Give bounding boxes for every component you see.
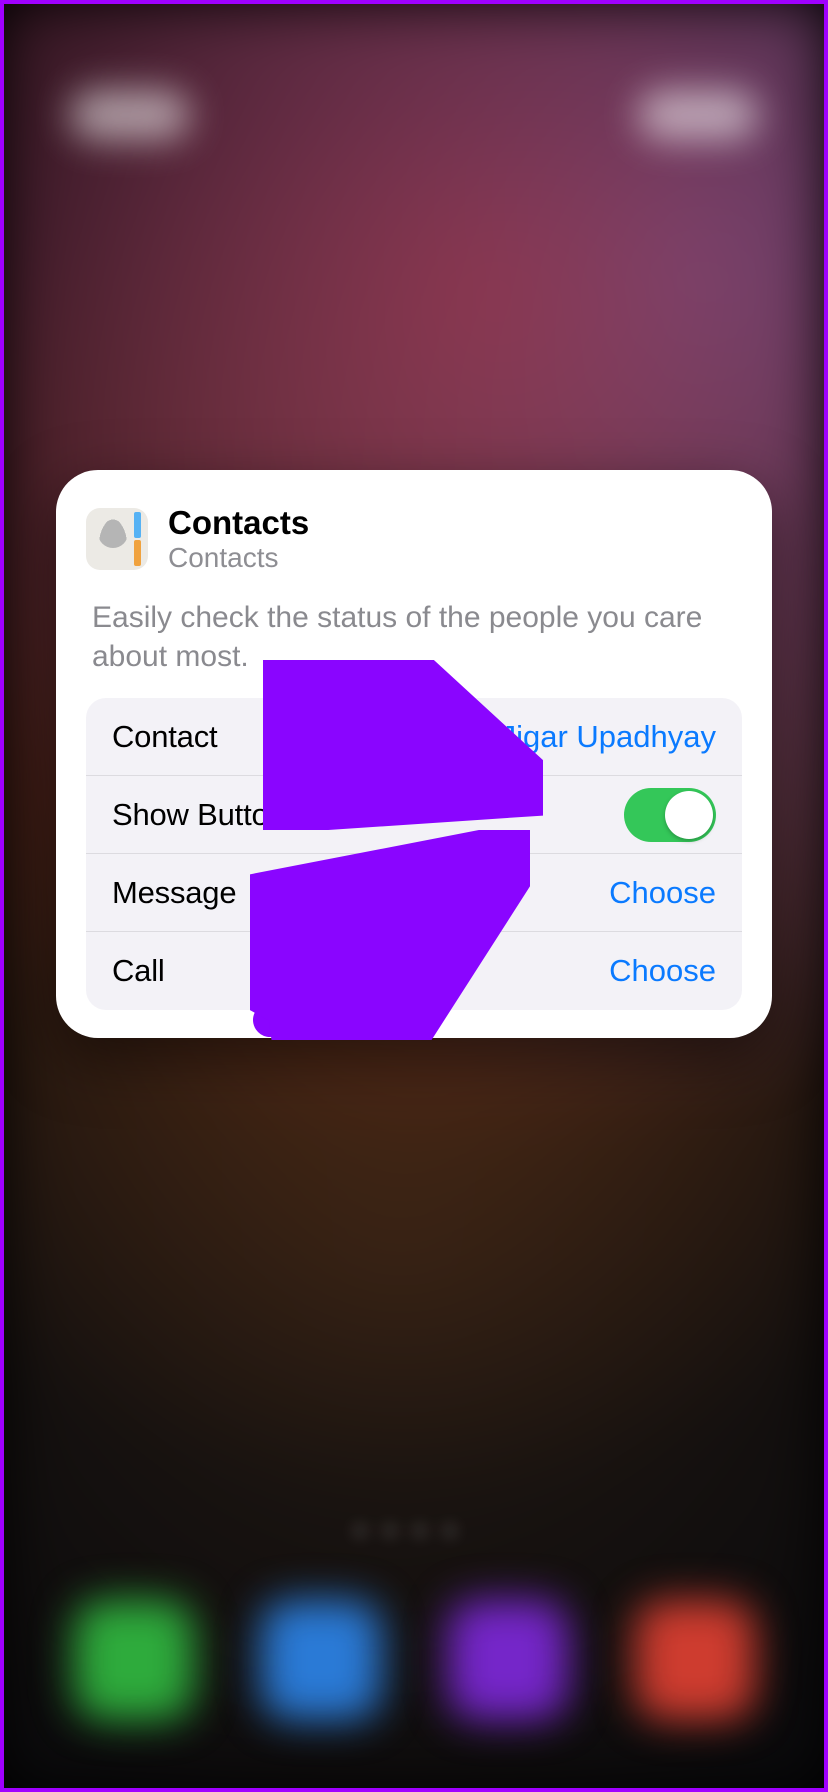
status-bar-blur-right	[638, 90, 758, 140]
widget-subtitle: Contacts	[168, 542, 309, 574]
show-buttons-toggle[interactable]	[624, 788, 716, 842]
row-message[interactable]: Message Choose	[86, 854, 742, 932]
dock-blur	[40, 1582, 788, 1737]
row-call[interactable]: Call Choose	[86, 932, 742, 1010]
row-label-contact: Contact	[112, 719, 217, 755]
widget-config-card: Contacts Contacts Easily check the statu…	[56, 470, 772, 1038]
page-indicator-blur: ••••	[0, 1512, 828, 1542]
row-value-contact: Jigar Upadhyay	[501, 719, 716, 755]
widget-title: Contacts	[168, 504, 309, 542]
widget-description: Easily check the status of the people yo…	[86, 598, 742, 698]
row-label-call: Call	[112, 953, 165, 989]
status-bar-blur-left	[70, 90, 190, 140]
row-label-show-buttons: Show Buttons	[112, 797, 301, 833]
settings-list: Contact Jigar Upadhyay Show Buttons Mess…	[86, 698, 742, 1010]
contacts-app-icon	[86, 508, 148, 570]
row-label-message: Message	[112, 875, 236, 911]
row-value-message: Choose	[609, 875, 716, 911]
card-header: Contacts Contacts	[86, 504, 742, 574]
row-contact[interactable]: Contact Jigar Upadhyay	[86, 698, 742, 776]
row-show-buttons[interactable]: Show Buttons	[86, 776, 742, 854]
row-value-call: Choose	[609, 953, 716, 989]
